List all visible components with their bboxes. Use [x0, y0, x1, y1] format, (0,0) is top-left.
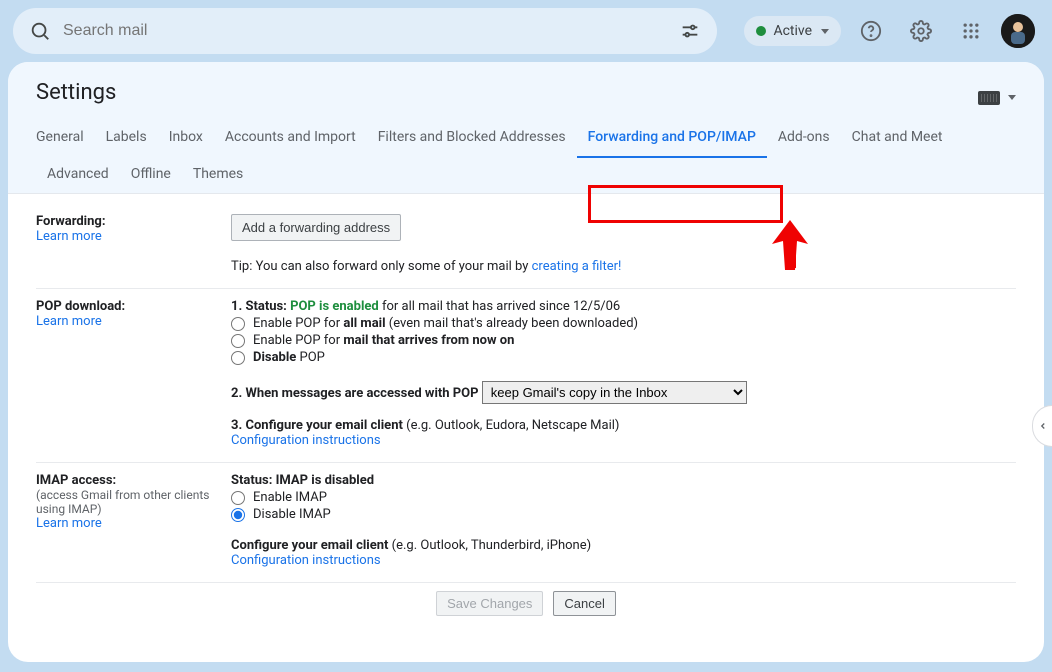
pop-status-prefix: 1. Status: [231, 299, 290, 314]
settings-panel: Settings General Labels Inbox Accounts a… [8, 62, 1044, 662]
pop-status-suffix: for all mail that has arrived since 12/5… [379, 299, 621, 314]
forwarding-label: Forwarding: [36, 214, 221, 229]
imap-sublabel: (access Gmail from other clients using I… [36, 488, 221, 516]
status-active-dot [756, 26, 766, 36]
pop-enable-all-radio[interactable]: Enable POP for all mail (even mail that'… [231, 316, 1016, 331]
pop-when-accessed-select[interactable]: keep Gmail's copy in the Inbox [482, 381, 747, 404]
settings-header: Settings General Labels Inbox Accounts a… [8, 62, 1044, 194]
search-input[interactable] [57, 22, 673, 40]
forwarding-learn-more-link[interactable]: Learn more [36, 229, 102, 244]
imap-disable-label: Disable IMAP [253, 507, 331, 522]
chevron-down-icon [1008, 95, 1016, 100]
tab-advanced[interactable]: Advanced [36, 158, 120, 193]
imap-label: IMAP access: [36, 473, 221, 488]
imap-config-instructions-link[interactable]: Configuration instructions [231, 553, 381, 568]
pop-disable-suffix: POP [296, 350, 325, 365]
imap-disable-radio-input[interactable] [231, 508, 245, 522]
imap-configure-suffix: (e.g. Outlook, Thunderbird, iPhone) [388, 538, 591, 553]
tab-addons[interactable]: Add-ons [767, 121, 841, 158]
tab-offline[interactable]: Offline [120, 158, 182, 193]
imap-learn-more-link[interactable]: Learn more [36, 516, 102, 531]
pop-config-instructions-link[interactable]: Configuration instructions [231, 433, 381, 448]
settings-content: Forwarding: Learn more Add a forwarding … [8, 194, 1044, 662]
pop-disable-radio-input[interactable] [231, 351, 245, 365]
tab-inbox[interactable]: Inbox [158, 121, 214, 158]
status-pill[interactable]: Active [744, 16, 841, 46]
imap-enable-label: Enable IMAP [253, 490, 327, 505]
save-changes-button: Save Changes [436, 591, 543, 616]
pop-configure-suffix: (e.g. Outlook, Eudora, Netscape Mail) [403, 418, 620, 433]
pop-enable-all-prefix: Enable POP for [253, 316, 343, 331]
topbar: Active [0, 0, 1052, 62]
pop-configure-label: 3. Configure your email client [231, 418, 403, 433]
pop-label: POP download: [36, 299, 221, 314]
search-container[interactable] [13, 8, 717, 54]
chevron-down-icon [821, 29, 829, 34]
imap-configure-label: Configure your email client [231, 538, 388, 553]
imap-enable-radio[interactable]: Enable IMAP [231, 490, 1016, 505]
create-filter-link[interactable]: creating a filter! [532, 259, 622, 274]
tab-filters-blocked[interactable]: Filters and Blocked Addresses [367, 121, 577, 158]
tab-labels[interactable]: Labels [95, 121, 158, 158]
status-label: Active [773, 23, 812, 39]
pop-status-value: POP is enabled [290, 299, 379, 314]
add-forwarding-address-button[interactable]: Add a forwarding address [231, 214, 401, 241]
imap-status: Status: IMAP is disabled [231, 473, 1016, 488]
tab-accounts-import[interactable]: Accounts and Import [214, 121, 367, 158]
apps-grid-icon[interactable] [951, 11, 991, 51]
tab-forwarding-pop-imap[interactable]: Forwarding and POP/IMAP [577, 121, 767, 158]
search-icon[interactable] [23, 14, 57, 48]
pop-disable-bold: Disable [253, 350, 296, 365]
pop-enable-all-bold: all mail [343, 316, 385, 331]
settings-tabs: General Labels Inbox Accounts and Import… [36, 121, 1016, 193]
pop-disable-radio[interactable]: Disable POP [231, 350, 1016, 365]
tab-chat-meet[interactable]: Chat and Meet [841, 121, 954, 158]
settings-gear-icon[interactable] [901, 11, 941, 51]
pop-enable-all-radio-input[interactable] [231, 317, 245, 331]
pop-enable-all-suffix: (even mail that's already been downloade… [386, 316, 639, 331]
tune-icon[interactable] [673, 14, 707, 48]
help-icon[interactable] [851, 11, 891, 51]
tab-general[interactable]: General [36, 121, 95, 158]
section-forwarding: Forwarding: Learn more Add a forwarding … [36, 204, 1016, 289]
pop-enable-now-radio-input[interactable] [231, 334, 245, 348]
imap-disable-radio[interactable]: Disable IMAP [231, 507, 1016, 522]
input-tools-toggle[interactable] [978, 91, 1016, 105]
pop-enable-now-bold: mail that arrives from now on [343, 333, 514, 348]
section-pop-download: POP download: Learn more 1. Status: POP … [36, 289, 1016, 463]
pop-enable-now-radio[interactable]: Enable POP for mail that arrives from no… [231, 333, 1016, 348]
avatar[interactable] [1001, 14, 1035, 48]
pop-when-accessed-label: 2. When messages are accessed with POP [231, 386, 479, 401]
keyboard-icon [978, 91, 1000, 105]
imap-enable-radio-input[interactable] [231, 491, 245, 505]
tab-themes[interactable]: Themes [182, 158, 254, 193]
page-title: Settings [36, 80, 116, 115]
section-imap-access: IMAP access: (access Gmail from other cl… [36, 463, 1016, 583]
pop-learn-more-link[interactable]: Learn more [36, 314, 102, 329]
cancel-button[interactable]: Cancel [553, 591, 615, 616]
pop-enable-now-prefix: Enable POP for [253, 333, 343, 348]
footer-buttons: Save Changes Cancel [36, 583, 1016, 620]
forwarding-tip-text: Tip: You can also forward only some of y… [231, 259, 532, 274]
